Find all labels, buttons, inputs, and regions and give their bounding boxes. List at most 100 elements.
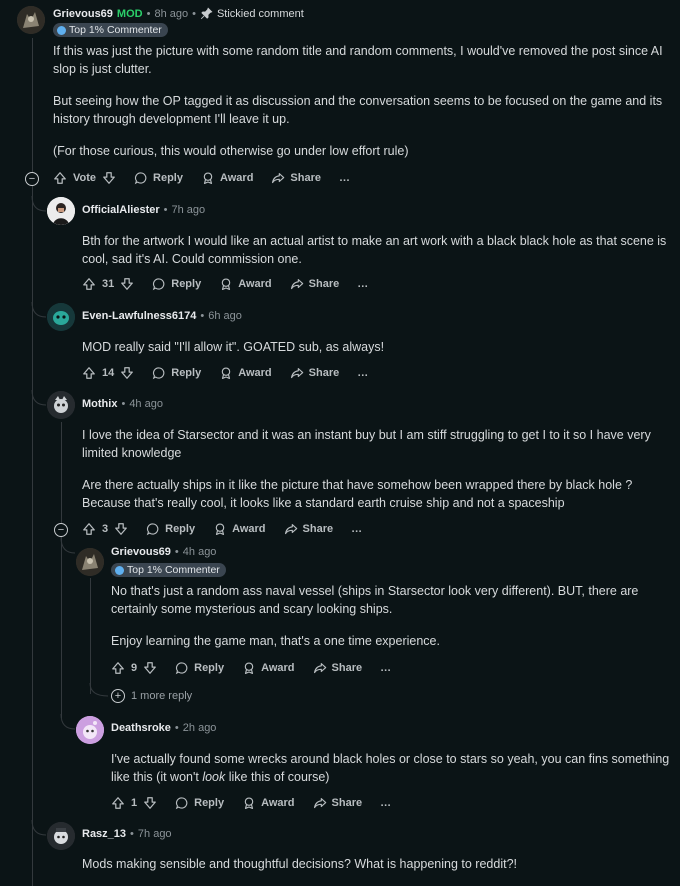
reply-button[interactable]: Reply — [134, 171, 183, 185]
vote-control: 1 — [111, 796, 157, 810]
reply-label: Reply — [171, 278, 202, 290]
timestamp[interactable]: 4h ago — [129, 398, 163, 410]
downvote-icon[interactable] — [114, 522, 128, 536]
upvote-icon[interactable] — [111, 661, 125, 675]
upvote-icon[interactable] — [111, 796, 125, 810]
comment-paragraph: I've actually found some wrecks around b… — [111, 750, 671, 786]
upvote-icon[interactable] — [82, 366, 96, 380]
downvote-icon[interactable] — [120, 277, 134, 291]
comment-paragraph: Bth for the artwork I would like an actu… — [82, 234, 667, 266]
avatar[interactable] — [17, 6, 45, 34]
reply-icon — [175, 796, 189, 810]
award-icon — [242, 796, 256, 810]
comment-meta: Deathsroke • 2h ago — [111, 722, 216, 734]
upvote-icon[interactable] — [53, 171, 67, 185]
vote-control: 14 — [82, 366, 134, 380]
collapse-thread-button[interactable]: − — [54, 523, 68, 537]
more-options-icon: … — [357, 367, 369, 379]
vote-count: 31 — [102, 278, 115, 290]
text-run: I've actually found some wrecks around b… — [111, 752, 670, 784]
reply-button[interactable]: Reply — [175, 796, 224, 810]
downvote-icon[interactable] — [143, 796, 157, 810]
timestamp[interactable]: 2h ago — [183, 722, 217, 734]
reply-button[interactable]: Reply — [175, 661, 224, 675]
comment-paragraph: Are there actually ships in it like the … — [82, 478, 633, 510]
more-options-button[interactable]: … — [351, 523, 362, 535]
reply-label: Reply — [194, 662, 225, 674]
more-options-button[interactable]: … — [380, 797, 391, 809]
more-options-button[interactable]: … — [357, 278, 368, 290]
vote-count: Vote — [73, 172, 97, 184]
more-options-button[interactable]: … — [339, 172, 350, 184]
award-button[interactable]: Award — [242, 661, 295, 675]
reply-icon — [152, 366, 166, 380]
reply-label: Reply — [153, 172, 183, 184]
vote-control: Vote — [53, 171, 116, 185]
italic-text-run: look — [202, 770, 226, 784]
downvote-icon[interactable] — [143, 661, 157, 675]
award-button[interactable]: Award — [213, 522, 266, 536]
award-button[interactable]: Award — [242, 796, 295, 810]
stickied-label: Stickied comment — [216, 7, 304, 20]
comment-body: I've actually found some wrecks around b… — [111, 750, 671, 786]
comment-paragraph: (For those curious, this would otherwise… — [53, 144, 409, 158]
avatar[interactable] — [47, 197, 75, 225]
author-name[interactable]: Grievous69 — [53, 8, 113, 20]
reply-label: Reply — [171, 367, 202, 379]
upvote-icon[interactable] — [82, 277, 96, 291]
separator: • — [163, 204, 168, 216]
timestamp[interactable]: 8h ago — [154, 8, 188, 20]
timestamp[interactable]: 7h ago — [138, 828, 172, 840]
share-icon — [313, 796, 327, 810]
reply-button[interactable]: Reply — [152, 366, 201, 380]
avatar[interactable] — [47, 303, 75, 331]
share-button[interactable]: Share — [313, 796, 362, 810]
reply-button[interactable]: Reply — [146, 522, 195, 536]
vote-control: 9 — [111, 661, 157, 675]
more-options-button[interactable]: … — [357, 367, 368, 379]
author-name[interactable]: OfficialAliester — [82, 204, 160, 216]
vote-control: 31 — [82, 277, 134, 291]
avatar[interactable] — [47, 391, 75, 419]
reply-icon — [175, 661, 189, 675]
author-name[interactable]: Mothix — [82, 398, 117, 410]
share-button[interactable]: Share — [284, 522, 333, 536]
avatar[interactable] — [76, 548, 104, 576]
award-button[interactable]: Award — [201, 171, 253, 185]
separator: • — [174, 722, 179, 734]
timestamp[interactable]: 6h ago — [208, 310, 242, 322]
author-name[interactable]: Even-Lawfulness6174 — [82, 310, 196, 322]
share-button[interactable]: Share — [290, 366, 339, 380]
share-label: Share — [331, 662, 363, 674]
timestamp[interactable]: 7h ago — [172, 204, 206, 216]
downvote-icon[interactable] — [102, 171, 116, 185]
flair-text: Top 1% Commenter — [69, 24, 162, 36]
more-options-button[interactable]: … — [380, 662, 391, 674]
vote-count: 14 — [102, 367, 115, 379]
timestamp[interactable]: 4h ago — [183, 546, 217, 558]
downvote-icon[interactable] — [120, 366, 134, 380]
avatar[interactable] — [47, 822, 75, 850]
share-button[interactable]: Share — [271, 171, 321, 185]
comment-body: No that's just a random ass naval vessel… — [111, 582, 671, 650]
comment-meta: Even-Lawfulness6174 • 6h ago — [82, 310, 242, 322]
share-button[interactable]: Share — [290, 277, 339, 291]
award-button[interactable]: Award — [219, 366, 272, 380]
award-button[interactable]: Award — [219, 277, 272, 291]
reply-button[interactable]: Reply — [152, 277, 201, 291]
share-button[interactable]: Share — [313, 661, 363, 675]
separator: • — [200, 310, 205, 322]
comment-meta: Mothix • 4h ago — [82, 398, 163, 410]
author-name[interactable]: Grievous69 — [111, 546, 171, 558]
upvote-icon[interactable] — [82, 522, 96, 536]
author-name[interactable]: Deathsroke — [111, 722, 171, 734]
comment-paragraph: If this was just the picture with some r… — [53, 44, 663, 76]
award-icon — [219, 277, 233, 291]
collapse-thread-button[interactable]: − — [25, 172, 39, 186]
more-replies-button[interactable]: + 1 more reply — [111, 689, 192, 703]
comment-paragraph: Mods making sensible and thoughtful deci… — [82, 857, 517, 871]
author-name[interactable]: Rasz_13 — [82, 828, 126, 840]
avatar[interactable] — [76, 716, 104, 744]
comment-paragraph: I love the idea of Starsector and it was… — [82, 428, 651, 460]
award-label: Award — [232, 523, 266, 535]
